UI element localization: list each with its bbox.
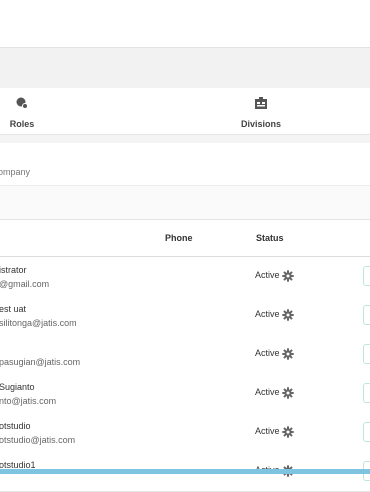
gear-icon[interactable] [282, 425, 294, 438]
status-text: Active [255, 387, 280, 397]
user-email: nto@jatis.com [0, 396, 57, 406]
row-action-button[interactable] [363, 383, 370, 403]
status-text: Active [255, 426, 280, 436]
user-name: istrator [0, 265, 27, 275]
settings-tabs: Roles Divisions [0, 88, 370, 135]
bottom-bar [0, 469, 370, 474]
divisions-icon [255, 97, 267, 109]
tab-divisions[interactable]: Divisions [236, 96, 286, 132]
top-header-blank [0, 0, 370, 47]
tab-roles[interactable]: Roles [4, 96, 40, 132]
user-name: Sugianto [0, 382, 35, 392]
user-email: @gmail.com [0, 279, 50, 289]
tab-roles-label: Roles [9, 119, 35, 129]
gear-icon[interactable] [282, 269, 294, 282]
row-action-button[interactable] [363, 266, 370, 286]
column-header-phone: Phone [165, 233, 193, 243]
status-text: Active [255, 309, 280, 319]
gear-icon[interactable] [282, 386, 294, 399]
roles-icon [16, 97, 28, 109]
table-row: otstudio otstudio@jatis.com Active [0, 413, 370, 453]
row-action-button[interactable] [363, 422, 370, 442]
company-card: ompany [0, 143, 370, 186]
gear-icon[interactable] [282, 308, 294, 321]
user-email: silitonga@jatis.com [0, 318, 77, 328]
gear-icon[interactable] [282, 347, 294, 360]
table-row: pasugian@jatis.com Active [0, 335, 370, 375]
status-text: Active [255, 270, 280, 280]
table-row: Sugianto nto@jatis.com Active [0, 374, 370, 414]
table-row: est uat silitonga@jatis.com Active [0, 296, 370, 336]
row-action-button[interactable] [363, 305, 370, 325]
user-name: otstudio [0, 421, 31, 431]
user-email: pasugian@jatis.com [0, 357, 81, 367]
column-header-status: Status [256, 233, 284, 243]
section-gap [0, 135, 370, 143]
company-label: ompany [0, 167, 31, 177]
section-gap [0, 186, 370, 220]
users-table-header: Phone Status [0, 220, 370, 257]
table-row: istrator @gmail.com Active [0, 257, 370, 297]
tab-divisions-label: Divisions [240, 119, 281, 129]
toolbar-band [0, 47, 370, 89]
user-email: otstudio@jatis.com [0, 435, 76, 445]
user-name: est uat [0, 304, 27, 314]
status-text: Active [255, 348, 280, 358]
row-action-button[interactable] [363, 344, 370, 364]
